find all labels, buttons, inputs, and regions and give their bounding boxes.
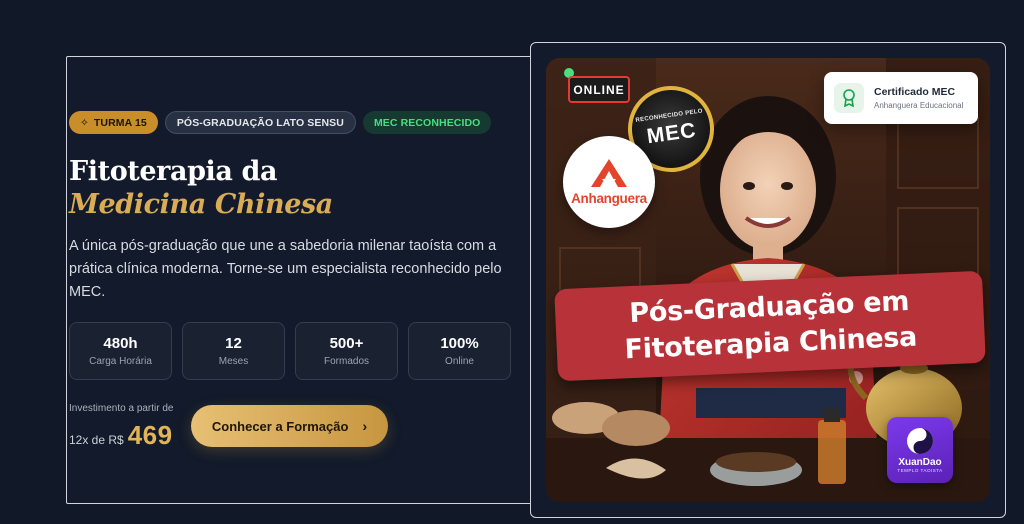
chevron-right-icon: › [362, 418, 368, 434]
stat-value: 480h [103, 335, 138, 352]
online-sign: ONLINE [568, 76, 630, 103]
xuandao-sub: TEMPLO TAOISTA [897, 468, 943, 473]
cert-text: Certificado MEC Anhanguera Educacional [874, 86, 963, 110]
anhanguera-text: Anhanguera [571, 190, 647, 206]
turma-badge-label: TURMA 15 [93, 116, 147, 129]
mec-badge: MEC RECONHECIDO [362, 111, 492, 134]
badge-row: ✧ TURMA 15 PÓS-GRADUAÇÃO LATO SENSU MEC … [69, 111, 492, 134]
award-icon [834, 83, 864, 113]
hero-image-frame: ONLINE RECONHECIDO PELO MEC Anhanguera C… [530, 42, 1006, 518]
stat-card-formados: 500+ Formados [295, 322, 398, 380]
stat-value: 12 [225, 335, 242, 352]
stat-value: 500+ [329, 335, 364, 352]
cert-title: Certificado MEC [874, 86, 956, 98]
yin-yang-icon [907, 428, 933, 454]
cert-subtitle: Anhanguera Educacional [874, 101, 964, 110]
investment-label: Investimento a partir de [69, 403, 174, 414]
course-banner: Pós-Graduação em Fitoterapia Chinesa [554, 270, 986, 382]
anhanguera-logo-icon [591, 158, 627, 187]
mec-seal-text: MEC [645, 118, 698, 148]
stat-card-meses: 12 Meses [182, 322, 285, 380]
stat-label: Online [445, 356, 474, 367]
stats-row: 480h Carga Horária 12 Meses 500+ Formado… [69, 322, 511, 380]
investment-price: 12x de R$ 469 [69, 420, 174, 451]
investment-value: 469 [127, 420, 173, 450]
xuandao-name: XuanDao [898, 457, 942, 468]
xuandao-logo: XuanDao TEMPLO TAOISTA [887, 417, 953, 483]
sparkle-icon: ✧ [80, 116, 89, 129]
title-line-1: Fitoterapia da [69, 156, 278, 187]
stat-label: Formados [323, 356, 369, 367]
stat-card-carga: 480h Carga Horária [69, 322, 172, 380]
certificado-mec-card: Certificado MEC Anhanguera Educacional [824, 72, 978, 124]
stat-value: 100% [440, 335, 479, 352]
anhanguera-logo-badge: Anhanguera [563, 136, 655, 228]
investment-prefix: 12x de R$ [69, 433, 124, 447]
hero-image: ONLINE RECONHECIDO PELO MEC Anhanguera C… [546, 58, 990, 502]
stat-card-online: 100% Online [408, 322, 511, 380]
conhecer-formacao-button[interactable]: Conhecer a Formação › [191, 405, 388, 447]
title-line-2: Medicina Chinesa [69, 189, 333, 220]
cta-label: Conhecer a Formação [211, 418, 349, 434]
page-title: Fitoterapia da Medicina Chinesa [69, 155, 333, 221]
course-info-card: ✧ TURMA 15 PÓS-GRADUAÇÃO LATO SENSU MEC … [66, 56, 538, 504]
investment-info: Investimento a partir de 12x de R$ 469 [69, 403, 174, 451]
turma-badge: ✧ TURMA 15 [69, 111, 158, 134]
pos-graduacao-badge: PÓS-GRADUAÇÃO LATO SENSU [164, 111, 356, 134]
course-description: A única pós-graduação que une a sabedori… [69, 238, 502, 300]
stat-label: Carga Horária [89, 356, 152, 367]
stat-label: Meses [218, 356, 249, 367]
